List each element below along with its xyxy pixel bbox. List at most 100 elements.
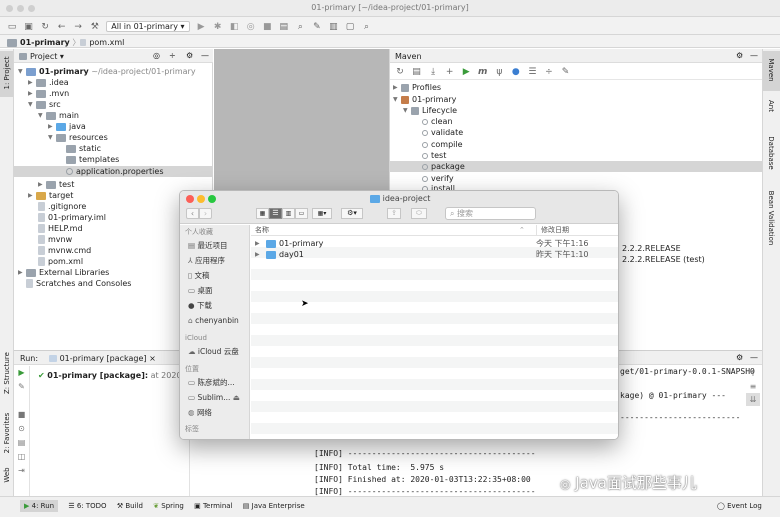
run-tool-button[interactable]: ▶ 4: Run [20,500,59,512]
finder-search-field[interactable]: ⌕ 搜索 [445,207,536,220]
tree-row-main[interactable]: ▼ main [38,110,79,121]
favorites-tool-tab[interactable]: 2: Favorites [3,408,11,458]
database-tool-tab[interactable]: Database [767,129,775,177]
run-config-select[interactable]: All in 01-primary ▾ [106,21,190,32]
tree-row-static[interactable]: static [66,143,101,154]
file-row-01-primary[interactable]: ▶ 01-primary 今天 下午1:16 [251,238,618,249]
share-button[interactable]: ⇪ [387,208,401,219]
maven-goal-verify[interactable]: verify [422,173,454,184]
skip-tests-icon[interactable]: ● [511,67,521,77]
hide-panel-icon[interactable]: — [201,51,209,60]
sidebar-item-network[interactable]: ◍ 网络 [188,407,212,418]
file-row-day01[interactable]: ▶ day01 昨天 下午1:10 [251,249,618,260]
tags-button[interactable]: ⬭ [411,208,427,219]
list-view-button[interactable]: ☰ [269,208,282,219]
maven-dependency-2[interactable]: 2.2.2.RELEASE (test) [622,254,705,265]
tree-row-iml[interactable]: 01-primary.iml [38,212,106,223]
coverage-icon[interactable]: ◧ [229,22,239,32]
terminal-tool-button[interactable]: ▣ Terminal [194,502,232,510]
sidebar-item-sublime[interactable]: ▭ Sublim... ⏏ [188,392,240,403]
expand-triangle-icon[interactable]: ▶ [255,238,260,249]
java-enterprise-tool-button[interactable]: ▤ Java Enterprise [243,502,305,510]
tree-row-mvnw-cmd[interactable]: mvnw.cmd [38,245,91,256]
dump-icon[interactable]: ▤ [14,436,29,450]
tree-row-src[interactable]: ▼ src [28,99,61,110]
stop-icon[interactable]: ■ [14,408,29,422]
sidebar-item-computer[interactable]: ▭ 陈彦斌的... [188,377,235,388]
profile-icon[interactable]: ◎ [246,22,256,32]
execute-goal-icon[interactable]: m [478,67,488,77]
toggle-offline-icon[interactable]: ψ [494,67,504,77]
finder-forward-button[interactable]: › [199,208,212,219]
tree-row-test[interactable]: ▶ test [38,179,74,190]
tree-row-target[interactable]: ▶ target [28,190,73,201]
settings-gear-icon[interactable]: ⚙ [736,353,743,362]
project-structure-icon[interactable]: ▥ [328,22,338,32]
build-tool-button[interactable]: ⚒ Build [117,502,143,510]
exit-icon[interactable]: ⇥ [14,464,29,478]
sidebar-item-downloads[interactable]: ● 下载 [188,300,212,311]
tree-row-gitignore[interactable]: .gitignore [38,201,86,212]
icon-view-button[interactable]: ▦ [256,208,269,219]
structure-icon[interactable]: ▤ [279,22,289,32]
hide-panel-icon[interactable]: — [750,51,758,60]
maven-goal-test[interactable]: test [422,150,446,161]
gallery-view-button[interactable]: ▭ [295,208,308,219]
project-panel-title[interactable]: Project [30,52,57,61]
column-header-date[interactable]: 修改日期 [536,225,569,235]
sidebar-item-recents[interactable]: ▤ 最近项目 [188,240,227,251]
soft-wrap-icon[interactable]: ≡ [746,380,760,393]
column-view-button[interactable]: ▥ [282,208,295,219]
tree-row-external-libraries[interactable]: ▶ External Libraries [18,267,109,278]
bean-validation-tool-tab[interactable]: Bean Validation [767,184,775,252]
search-icon[interactable]: ⌕ [362,22,372,32]
reimport-icon[interactable]: ↻ [395,67,405,77]
generate-sources-icon[interactable]: ▤ [412,67,422,77]
find-usage-icon[interactable]: ⌕ [295,22,305,32]
maven-goal-validate[interactable]: validate [422,127,463,138]
expand-triangle-icon[interactable]: ▶ [255,249,260,260]
sidebar-item-applications[interactable]: ⅄ 应用程序 [188,255,225,266]
wrench-icon[interactable]: ✎ [312,22,322,32]
hide-panel-icon[interactable]: — [750,353,758,362]
column-header-name[interactable]: 名称 [255,225,269,235]
tree-row-root[interactable]: ▼ 01-primary ~/idea-project/01-primary [18,66,196,77]
structure-tool-tab[interactable]: Z: Structure [3,348,11,398]
tree-row-pom[interactable]: pom.xml [38,256,83,267]
action-gear-button[interactable]: ⚙▾ [341,208,363,219]
settings-gear-icon[interactable]: ⚙ [186,51,193,60]
open-icon[interactable]: ▭ [7,22,17,32]
tree-row-application-properties[interactable]: application.properties [14,166,212,177]
spring-tool-button[interactable]: ❦ Spring [153,502,184,510]
collapse-all-icon[interactable]: ÷ [544,67,554,77]
settings-gear-icon[interactable]: ⚙ [736,51,743,60]
tree-row-idea[interactable]: ▶ .idea [28,77,69,88]
tree-row-help[interactable]: HELP.md [38,223,83,234]
tree-row-templates[interactable]: templates [66,154,119,165]
scroll-to-end-icon[interactable]: ⇊ [746,393,760,406]
rerun-icon[interactable]: ▶ [14,366,29,380]
download-icon[interactable]: ⤓ [428,67,438,77]
maven-goal-clean[interactable]: clean [422,116,453,127]
stop-icon[interactable]: ■ [262,22,272,32]
ant-tool-tab[interactable]: Ant [767,88,775,124]
event-log-button[interactable]: ◯ Event Log [717,502,762,510]
save-icon[interactable]: ▣ [24,22,34,32]
finder-back-button[interactable]: ‹ [186,208,199,219]
run-goal-icon[interactable]: ▶ [461,67,471,77]
tree-row-java[interactable]: ▶ java [48,121,86,132]
eject-icon[interactable]: ⏏ [233,393,240,402]
filter-icon[interactable]: ⊙ [14,422,29,436]
tree-row-resources[interactable]: ▼ resources [48,132,108,143]
tree-row-mvnw[interactable]: mvnw [38,234,72,245]
run-icon[interactable]: ▶ [196,22,206,32]
run-tree-item[interactable]: ✔ 01-primary [package]: at 2020/1 [38,370,189,381]
run-tab[interactable]: 01-primary [package] [60,354,147,363]
breadcrumb-file[interactable]: pom.xml [89,38,124,47]
web-tool-tab[interactable]: Web [3,458,11,492]
forward-icon[interactable]: → [73,22,83,32]
group-by-button[interactable]: ▦▾ [312,208,332,219]
show-dependencies-icon[interactable]: ☰ [527,67,537,77]
sidebar-item-icloud-drive[interactable]: ☁ iCloud 云盘 [188,346,239,357]
tree-row-mvn[interactable]: ▶ .mvn [28,88,69,99]
